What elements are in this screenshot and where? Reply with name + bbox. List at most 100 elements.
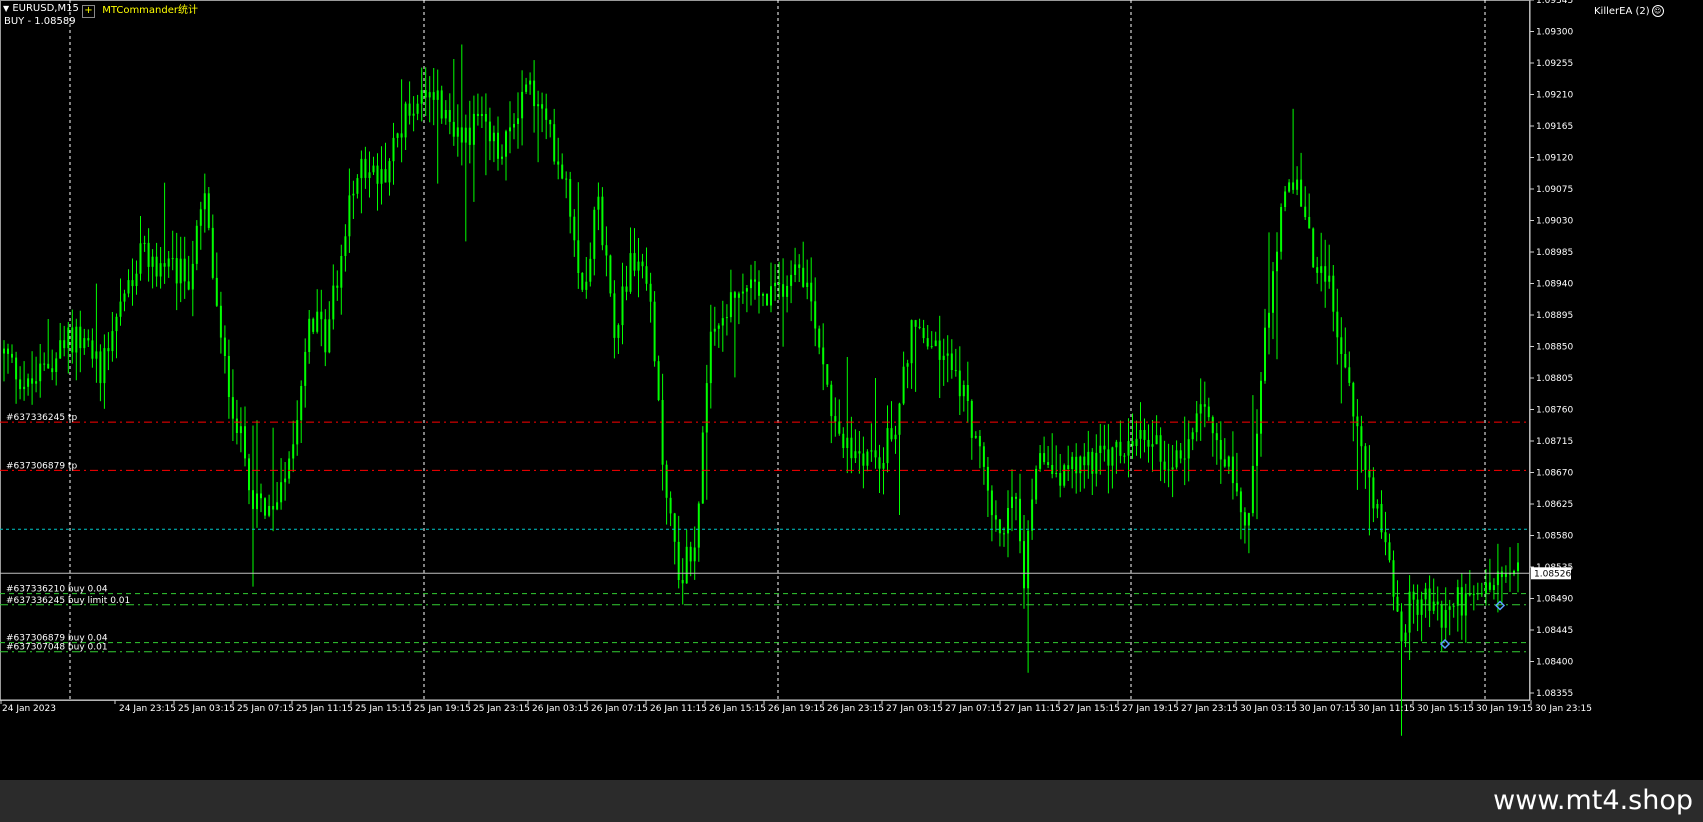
candle-body bbox=[352, 193, 355, 196]
y-tick-label: 1.09165 bbox=[1536, 122, 1573, 132]
candle-body bbox=[1456, 587, 1459, 606]
candle-body bbox=[1268, 312, 1270, 328]
x-tick-label: 30 Jan 19:15 bbox=[1476, 704, 1533, 714]
candle-body bbox=[830, 384, 833, 417]
candle-body bbox=[790, 274, 793, 286]
indicator-plus-icon[interactable]: + bbox=[82, 5, 95, 18]
candle-body bbox=[95, 351, 98, 359]
symbol-header[interactable]: ▼ EURUSD,M15 bbox=[3, 3, 79, 14]
indicator-header[interactable]: + MTCommander统计 bbox=[82, 1, 198, 18]
x-tick-label: 27 Jan 23:15 bbox=[1181, 704, 1238, 714]
x-tick-label: 27 Jan 15:15 bbox=[1063, 704, 1120, 714]
candle-body bbox=[1055, 473, 1058, 474]
candle-body bbox=[934, 340, 937, 347]
candle-body bbox=[890, 428, 893, 440]
candle-body bbox=[1163, 461, 1166, 470]
candle-body bbox=[1360, 426, 1363, 447]
candle-body bbox=[1083, 456, 1086, 466]
candle-body bbox=[637, 261, 640, 271]
x-tick-label: 24 Jan 2023 bbox=[2, 704, 56, 714]
candle-body bbox=[661, 400, 664, 465]
candle-body bbox=[525, 84, 528, 92]
candle-body bbox=[886, 428, 889, 464]
candle-body bbox=[376, 165, 379, 184]
candle-body bbox=[143, 242, 146, 244]
candle-body bbox=[356, 178, 359, 194]
order-label[interactable]: #637307048 buy 0.01 bbox=[6, 643, 108, 653]
candle-body bbox=[288, 458, 291, 479]
candle-body bbox=[565, 178, 568, 180]
candle-body bbox=[239, 426, 242, 434]
watermark-url: www.mt4.shop bbox=[1493, 785, 1693, 816]
candle-body bbox=[27, 378, 30, 387]
candle-body bbox=[35, 381, 38, 384]
candle-body bbox=[1517, 562, 1519, 571]
candle-body bbox=[412, 113, 415, 116]
candle-body bbox=[384, 169, 387, 183]
candle-body bbox=[818, 328, 821, 348]
candle-body bbox=[1276, 251, 1278, 272]
candle-body bbox=[657, 361, 660, 400]
candle-body bbox=[284, 478, 287, 483]
candle-body bbox=[902, 366, 905, 404]
candle-body bbox=[199, 209, 202, 226]
trade-arrow-icon[interactable] bbox=[1494, 600, 1506, 611]
candle-body bbox=[1412, 591, 1415, 600]
candle-body bbox=[1131, 441, 1134, 446]
y-tick-label: 1.08985 bbox=[1536, 248, 1573, 258]
dropdown-triangle-icon[interactable]: ▼ bbox=[3, 4, 9, 13]
candle-body bbox=[870, 450, 873, 452]
candle-body bbox=[328, 319, 331, 353]
candle-body bbox=[1504, 573, 1507, 577]
candle-body bbox=[1235, 483, 1238, 492]
candle-body bbox=[1344, 354, 1347, 368]
candle-body bbox=[497, 132, 499, 159]
candle-body bbox=[1340, 337, 1343, 354]
candle-body bbox=[119, 301, 122, 317]
candle-body bbox=[954, 370, 957, 372]
x-tick-label: 25 Jan 03:15 bbox=[178, 704, 235, 714]
candle-body bbox=[344, 236, 347, 256]
order-label[interactable]: #637306879 tp bbox=[6, 461, 77, 471]
candle-body bbox=[625, 286, 628, 292]
candle-body bbox=[553, 124, 556, 162]
expert-advisor-label[interactable]: KillerEA (2) ☺ bbox=[1594, 5, 1664, 17]
candle-body bbox=[1115, 441, 1118, 448]
candle-body bbox=[187, 281, 190, 290]
candle-body bbox=[573, 216, 576, 241]
candle-body bbox=[1187, 439, 1190, 459]
y-tick-label: 1.08895 bbox=[1536, 311, 1573, 321]
candle-body bbox=[1239, 491, 1242, 513]
candle-body bbox=[1316, 267, 1319, 273]
candle-body bbox=[316, 311, 319, 332]
candle-body bbox=[292, 444, 295, 459]
candle-body bbox=[1472, 593, 1475, 596]
candle-body bbox=[1448, 606, 1451, 610]
chart-window[interactable]: #637336245 tp #637306879 tp #637336210 buy… bbox=[0, 0, 1703, 780]
candle-body bbox=[665, 464, 668, 498]
candle-body bbox=[798, 264, 801, 268]
candle-body bbox=[211, 227, 214, 278]
x-tick-label: 30 Jan 07:15 bbox=[1299, 704, 1356, 714]
candle-body bbox=[476, 113, 479, 116]
order-label[interactable]: #637336245 tp bbox=[6, 413, 77, 423]
candle-body bbox=[846, 437, 849, 448]
candle-body bbox=[1376, 504, 1379, 509]
candle-body bbox=[340, 256, 343, 288]
candle-body bbox=[721, 318, 724, 326]
current-price-label: 1.08526 bbox=[1534, 569, 1571, 579]
y-tick-label: 1.09030 bbox=[1536, 217, 1573, 227]
candle-body bbox=[300, 386, 303, 421]
candle-body bbox=[874, 450, 877, 458]
candle-body bbox=[408, 103, 411, 116]
candle-body bbox=[404, 103, 407, 138]
order-label[interactable]: #637336245 buy limit 0.01 bbox=[6, 596, 130, 606]
order-label[interactable]: #637336210 buy 0.04 bbox=[6, 585, 108, 595]
candlestick-chart[interactable]: #637336245 tp #637306879 tp #637336210 buy… bbox=[0, 0, 1703, 780]
candle-body bbox=[59, 340, 62, 359]
candle-body bbox=[914, 320, 917, 327]
candle-body bbox=[585, 281, 588, 290]
x-tick-label: 26 Jan 11:15 bbox=[650, 704, 707, 714]
candle-body bbox=[440, 90, 443, 119]
watermark-footer: www.mt4.shop bbox=[0, 780, 1703, 822]
